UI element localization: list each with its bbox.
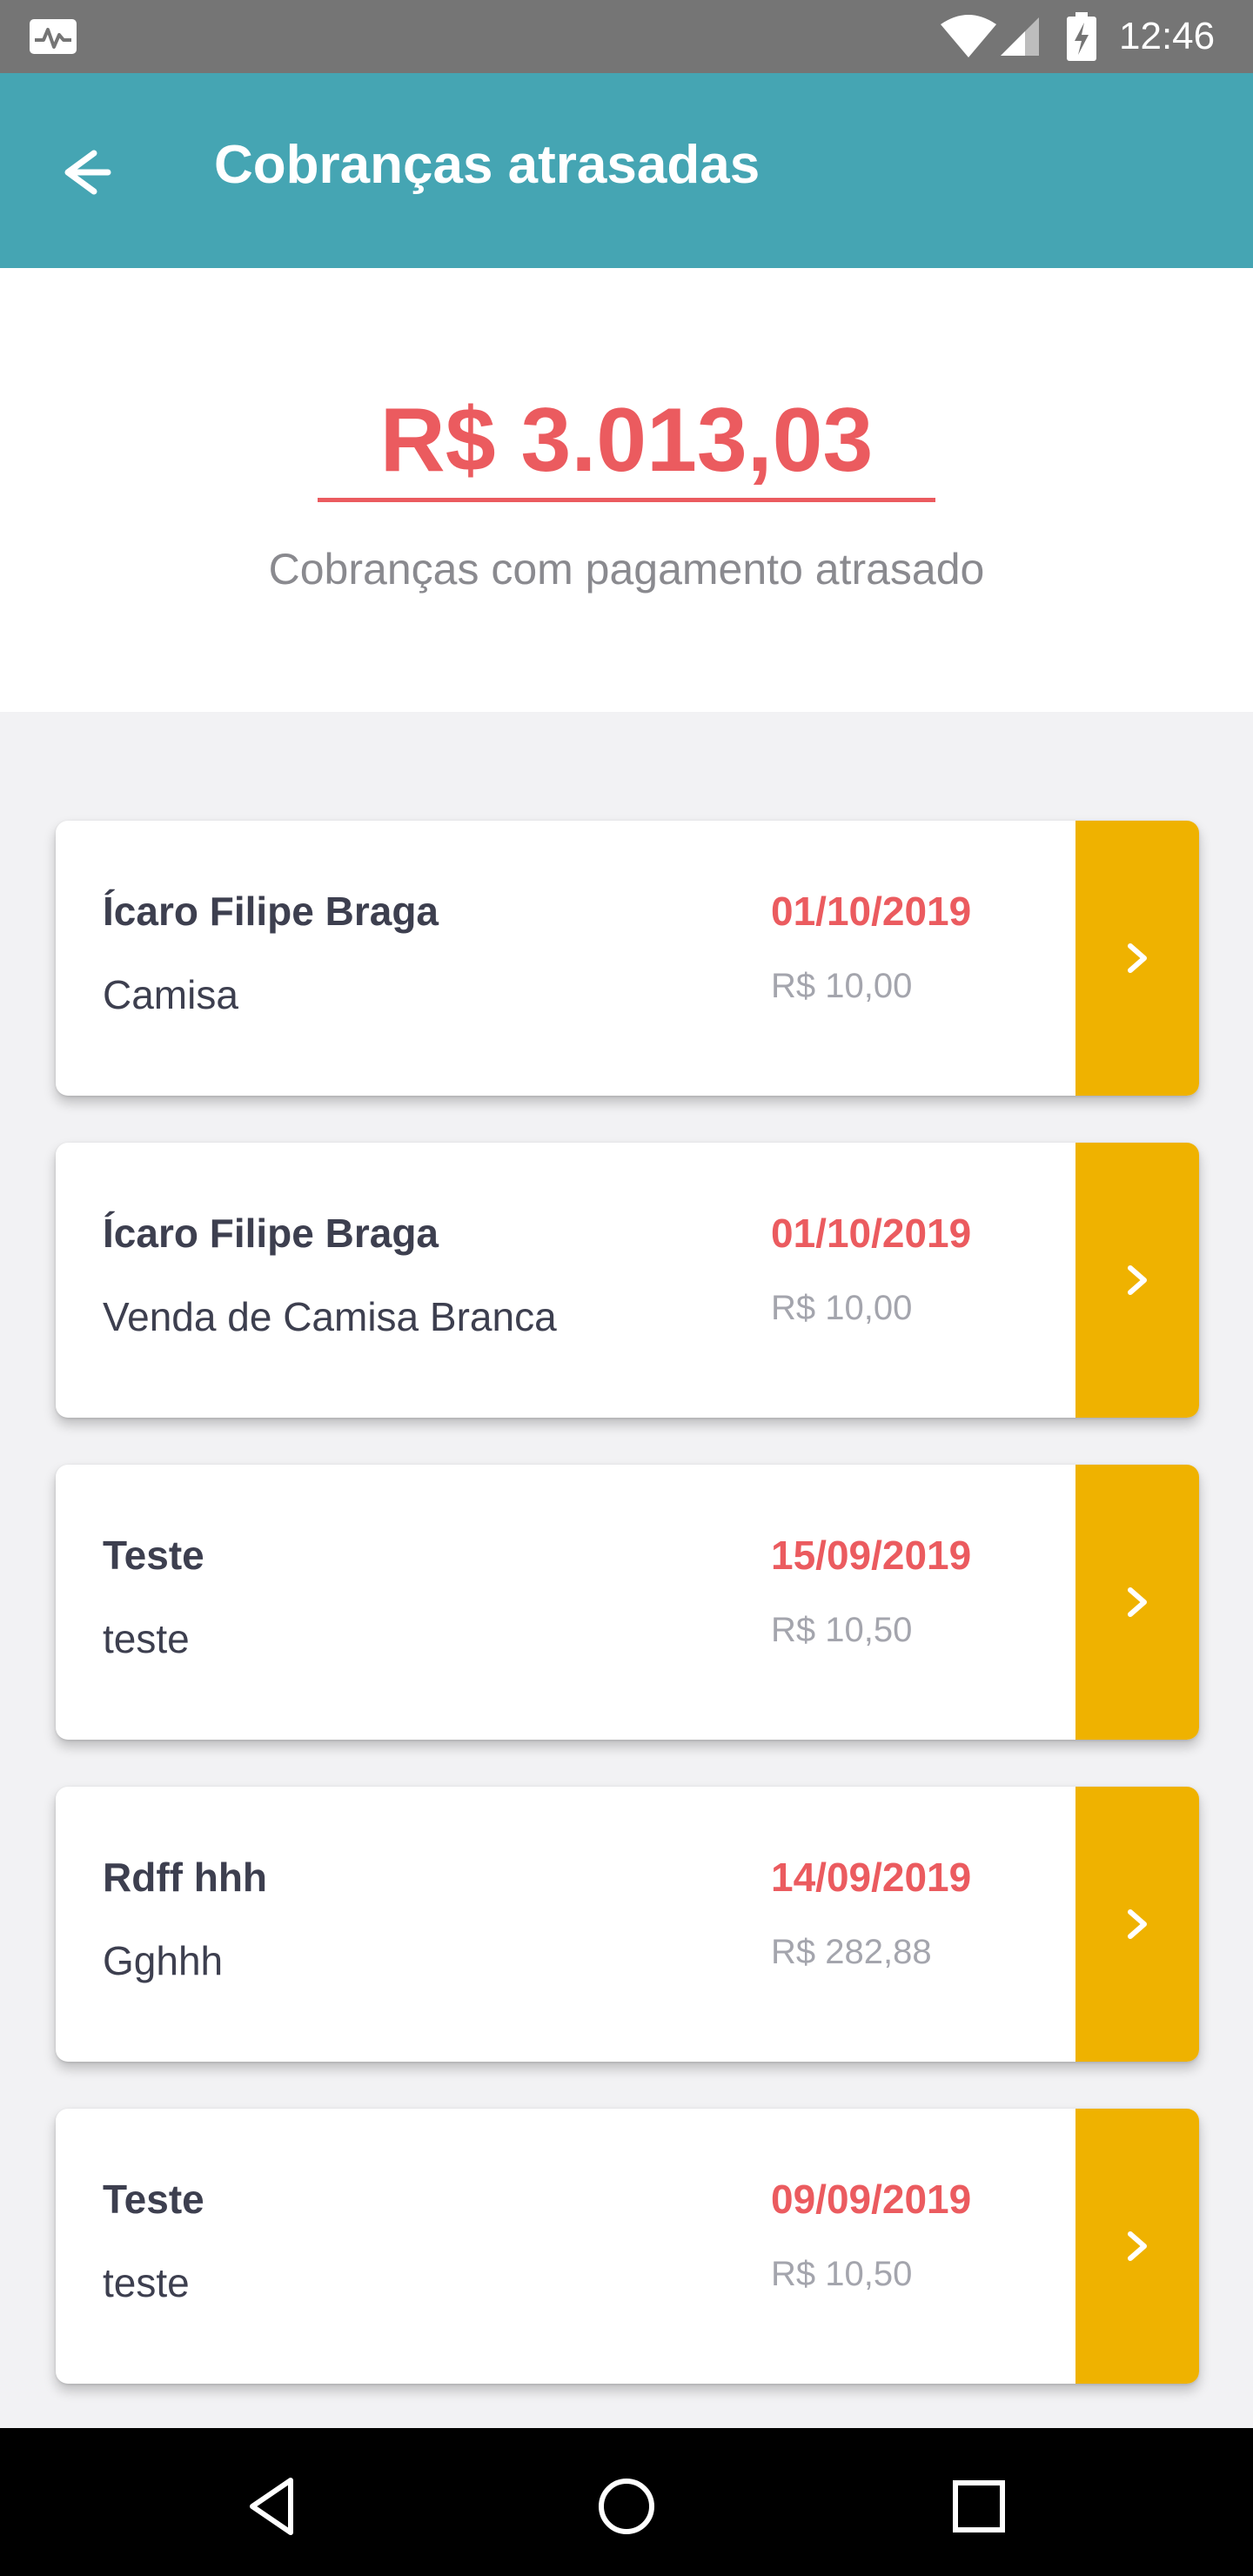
charge-value: R$ 10,00 bbox=[771, 967, 913, 1005]
activity-icon bbox=[30, 19, 77, 54]
app-bar: Cobranças atrasadas bbox=[0, 73, 1253, 268]
charge-value: R$ 282,88 bbox=[771, 1933, 932, 1971]
overdue-total-amount: R$ 3.013,03 bbox=[379, 390, 874, 491]
navigation-bar bbox=[0, 2428, 1253, 2576]
charge-customer-name: Teste bbox=[103, 2177, 204, 2222]
charge-card[interactable]: Teste teste 15/09/2019 R$ 10,50 bbox=[56, 1465, 1199, 1740]
page-title: Cobranças atrasadas bbox=[214, 135, 761, 195]
charge-due-date: 01/10/2019 bbox=[771, 889, 972, 934]
charge-value: R$ 10,50 bbox=[771, 2255, 913, 2293]
charge-due-date: 14/09/2019 bbox=[771, 1855, 972, 1900]
charge-card[interactable]: Teste teste 09/09/2019 R$ 10,50 bbox=[56, 2109, 1199, 2384]
charge-card[interactable]: Ícaro Filipe Braga Camisa 01/10/2019 R$ … bbox=[56, 821, 1199, 1096]
charge-customer-name: Rdff hhh bbox=[103, 1855, 268, 1900]
open-charge-button[interactable] bbox=[1075, 1143, 1199, 1418]
battery-charging-icon bbox=[1067, 12, 1096, 61]
charge-customer-name: Teste bbox=[103, 1533, 204, 1578]
summary-panel: R$ 3.013,03 Cobranças com pagamento atra… bbox=[0, 268, 1253, 712]
open-charge-button[interactable] bbox=[1075, 821, 1199, 1096]
charge-description: Venda de Camisa Branca bbox=[103, 1294, 557, 1339]
charge-value: R$ 10,00 bbox=[771, 1289, 913, 1327]
status-bar: 12:46 bbox=[0, 0, 1253, 73]
chevron-right-icon bbox=[1128, 1909, 1147, 1939]
charge-due-date: 15/09/2019 bbox=[771, 1533, 972, 1578]
open-charge-button[interactable] bbox=[1075, 1787, 1199, 2062]
summary-subtitle: Cobranças com pagamento atrasado bbox=[268, 545, 985, 594]
charge-card[interactable]: Ícaro Filipe Braga Venda de Camisa Branc… bbox=[56, 1143, 1199, 1418]
home-circle-icon[interactable] bbox=[592, 2472, 661, 2541]
recents-square-icon[interactable] bbox=[944, 2472, 1014, 2541]
open-charge-button[interactable] bbox=[1075, 1465, 1199, 1740]
charge-description: teste bbox=[103, 1616, 190, 1661]
chevron-right-icon bbox=[1128, 1265, 1147, 1295]
wifi-icon bbox=[941, 15, 996, 57]
chevron-right-icon bbox=[1128, 1587, 1147, 1617]
charge-customer-name: Ícaro Filipe Braga bbox=[103, 1211, 439, 1256]
arrow-left-icon[interactable] bbox=[45, 141, 122, 204]
signal-icon bbox=[1001, 17, 1039, 56]
charge-due-date: 09/09/2019 bbox=[771, 2177, 972, 2222]
chevron-right-icon bbox=[1128, 943, 1147, 973]
back-triangle-icon[interactable] bbox=[240, 2472, 310, 2541]
charge-description: Gghhh bbox=[103, 1938, 224, 1983]
amount-underline bbox=[318, 498, 935, 502]
charge-card[interactable]: Rdff hhh Gghhh 14/09/2019 R$ 282,88 bbox=[56, 1787, 1199, 2062]
status-time: 12:46 bbox=[1119, 15, 1216, 57]
charge-due-date: 01/10/2019 bbox=[771, 1211, 972, 1256]
charge-description: Camisa bbox=[103, 972, 238, 1017]
chevron-right-icon bbox=[1128, 2231, 1147, 2261]
charge-description: teste bbox=[103, 2260, 190, 2305]
charge-value: R$ 10,50 bbox=[771, 1611, 913, 1649]
charge-customer-name: Ícaro Filipe Braga bbox=[103, 889, 439, 934]
open-charge-button[interactable] bbox=[1075, 2109, 1199, 2384]
